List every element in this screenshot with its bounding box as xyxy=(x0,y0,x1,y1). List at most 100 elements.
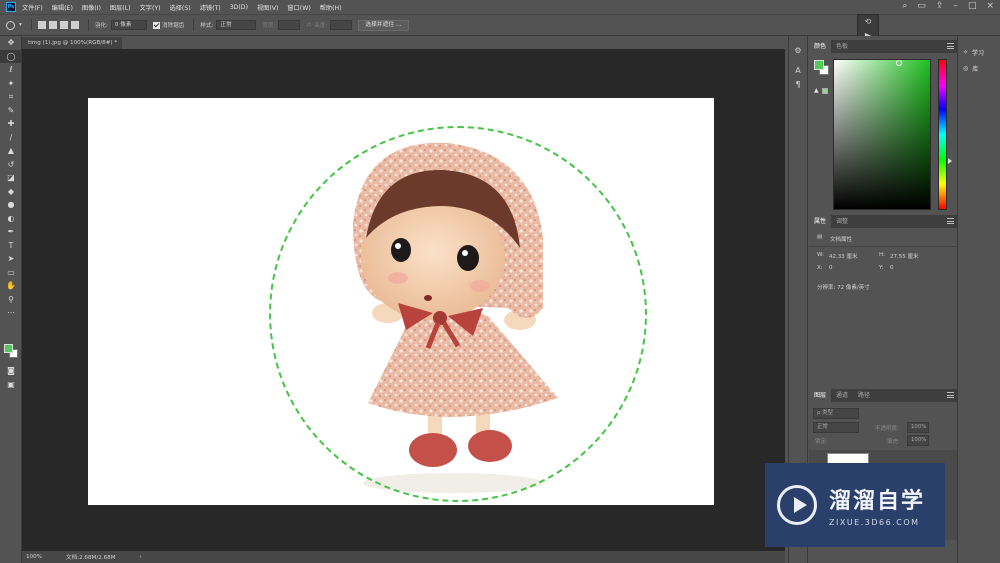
menu-file[interactable]: 文件(F) xyxy=(22,3,43,12)
tab-adjustments[interactable]: 调整 xyxy=(831,215,853,228)
type-icon[interactable]: T xyxy=(0,239,22,253)
watermark-logo: 溜溜自学 ZIXUE.3D66.COM xyxy=(765,463,945,547)
foreground-color-swatch[interactable] xyxy=(4,344,13,353)
intersect-selection-icon[interactable] xyxy=(70,21,79,29)
height-input[interactable] xyxy=(330,20,353,30)
rectangle-icon[interactable]: ▭ xyxy=(0,266,22,280)
close-icon[interactable]: × xyxy=(986,1,994,11)
character-icon[interactable]: A xyxy=(789,64,807,78)
tab-layers[interactable]: 图层 xyxy=(809,389,832,402)
healing-icon[interactable]: ✚ xyxy=(0,117,22,131)
status-menu-arrow[interactable]: › xyxy=(140,554,142,560)
lightbulb-icon: ✧ xyxy=(963,48,969,56)
bucket-icon[interactable]: ◆ xyxy=(0,185,22,199)
hue-slider-handle[interactable] xyxy=(948,158,952,164)
hand-icon[interactable]: ✋ xyxy=(0,279,22,293)
watermark-title: 溜溜自学 xyxy=(829,489,926,514)
marquee-icon[interactable]: ◯ xyxy=(0,49,22,63)
antialias-checkbox[interactable] xyxy=(152,21,160,29)
library-item[interactable]: ◎ 库 xyxy=(958,60,1000,76)
elliptical-marquee-preset-icon[interactable] xyxy=(6,20,15,30)
menu-3d[interactable]: 3D(D) xyxy=(230,4,248,11)
color-fg-swatch[interactable] xyxy=(814,60,824,70)
height-value[interactable]: 27.55 厘米 xyxy=(890,252,919,260)
quick-mask-icon[interactable]: ◙ xyxy=(0,364,22,378)
subtract-selection-icon[interactable] xyxy=(59,21,68,29)
layer-filter-select[interactable]: ρ 类型 xyxy=(813,408,859,419)
new-selection-icon[interactable] xyxy=(37,21,46,29)
maximize-icon[interactable]: □ xyxy=(968,1,977,11)
zoom-icon[interactable]: ⚲ xyxy=(0,293,22,307)
play-logo-icon xyxy=(777,485,817,525)
menu-filter[interactable]: 滤镜(T) xyxy=(200,3,221,12)
stamp-icon[interactable]: ▲ xyxy=(0,144,22,158)
menu-view[interactable]: 视图(V) xyxy=(257,3,278,12)
divider xyxy=(809,246,957,247)
width-input[interactable] xyxy=(278,20,301,30)
zoom-level[interactable]: 100% xyxy=(26,554,42,560)
lasso-icon[interactable]: ℓ xyxy=(0,63,22,77)
panel-menu-icon[interactable] xyxy=(947,218,954,224)
crop-icon[interactable]: ⌗ xyxy=(0,90,22,104)
minimize-icon[interactable]: – xyxy=(953,1,958,11)
panel-menu-icon[interactable] xyxy=(947,43,954,49)
tab-color[interactable]: 颜色 xyxy=(809,40,832,53)
history-brush-icon[interactable]: ↺ xyxy=(0,158,22,172)
style-select[interactable]: 正常 xyxy=(216,20,257,30)
workspace-icon[interactable]: ▭ xyxy=(917,1,926,11)
preset-dropdown-icon[interactable]: ▾ xyxy=(19,22,22,28)
tab-strip xyxy=(122,36,785,49)
menu-window[interactable]: 窗口(W) xyxy=(287,3,310,12)
dodge-icon[interactable]: ◐ xyxy=(0,212,22,226)
eraser-icon[interactable]: ◪ xyxy=(0,171,22,185)
menu-type[interactable]: 文字(Y) xyxy=(140,3,161,12)
more-icon[interactable]: ⋯ xyxy=(0,306,22,320)
adjustments-icon[interactable]: ⚙ xyxy=(789,44,807,58)
height-label: 高度: xyxy=(314,23,328,29)
style-label: 样式: xyxy=(200,23,214,29)
menu-edit[interactable]: 编辑(E) xyxy=(52,3,73,12)
menu-help[interactable]: 帮助(H) xyxy=(320,3,342,12)
magic-wand-icon[interactable]: ✦ xyxy=(0,77,22,91)
width-value[interactable]: 42.33 厘米 xyxy=(829,252,858,260)
eyedropper-icon[interactable]: ✎ xyxy=(0,104,22,118)
move-icon[interactable]: ✥ xyxy=(0,36,22,50)
pen-icon[interactable]: ✒ xyxy=(0,225,22,239)
menu-image[interactable]: 图像(I) xyxy=(82,3,101,12)
x-value[interactable]: 0 xyxy=(829,265,833,271)
tab-channels[interactable]: 通道 xyxy=(831,389,853,402)
watermark-url: ZIXUE.3D66.COM xyxy=(829,518,920,527)
color-picker-field[interactable] xyxy=(833,59,931,210)
history-icon[interactable]: ⟲ xyxy=(858,15,878,29)
document-properties-icon: ▤ xyxy=(817,234,823,240)
select-and-mask-button[interactable]: 选择并遮住 ... xyxy=(358,19,409,31)
blur-icon[interactable]: ● xyxy=(0,198,22,212)
screen-mode-icon[interactable]: ▣ xyxy=(0,378,22,392)
search-icon[interactable]: ⌕ xyxy=(902,1,907,11)
color-picker-marker[interactable] xyxy=(896,60,902,66)
feather-input[interactable]: 0 像素 xyxy=(110,20,147,30)
learn-item[interactable]: ✧ 学习 xyxy=(958,44,1000,60)
path-select-icon[interactable]: ➤ xyxy=(0,252,22,266)
fill-label: 填充: xyxy=(887,439,900,445)
share-icon[interactable]: ⇪ xyxy=(936,1,944,11)
brush-icon[interactable]: / xyxy=(0,131,22,145)
menu-select[interactable]: 选择(S) xyxy=(170,3,191,12)
fill-input[interactable]: 100% xyxy=(907,435,929,446)
swap-dimensions-icon[interactable]: ⇄ xyxy=(306,22,311,28)
paragraph-icon[interactable]: ¶ xyxy=(789,78,807,92)
websafe-swatch[interactable] xyxy=(822,88,828,94)
menu-layer[interactable]: 图层(L) xyxy=(110,3,131,12)
tab-paths[interactable]: 路径 xyxy=(853,389,875,402)
hue-slider[interactable] xyxy=(938,59,947,210)
panel-menu-icon[interactable] xyxy=(947,392,954,398)
tab-swatches[interactable]: 色板 xyxy=(831,40,853,53)
document-tab[interactable]: timg (1).jpg @ 100%(RGB/8#) * xyxy=(22,36,122,49)
blend-mode-select[interactable]: 正常 xyxy=(813,422,859,433)
tab-properties[interactable]: 属性 xyxy=(809,215,832,228)
add-selection-icon[interactable] xyxy=(48,21,57,29)
window-controls: ⌕ ▭ ⇪ – □ × xyxy=(902,1,994,11)
y-value[interactable]: 0 xyxy=(890,265,894,271)
document-size: 文档:2.68M/2.68M xyxy=(66,555,116,561)
opacity-input[interactable]: 100% xyxy=(907,422,929,433)
